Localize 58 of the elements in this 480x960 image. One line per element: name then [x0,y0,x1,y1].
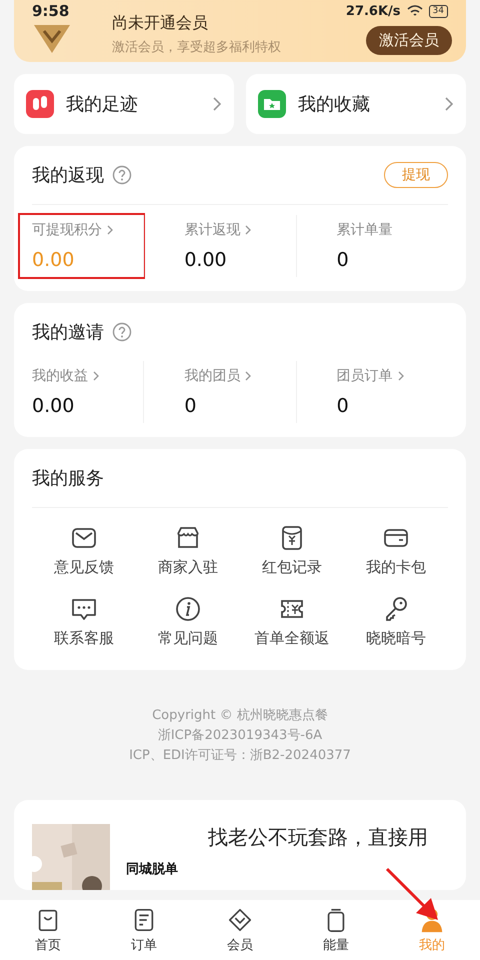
chevron-icon [245,371,252,381]
info-icon [174,595,202,623]
stat-value: 0 [336,395,350,417]
help-icon[interactable] [112,322,132,342]
ad-card[interactable]: 同城脱单 找老公不玩套路，直接用 [14,800,466,890]
ad-tag: 同城脱单 [126,860,178,890]
tab-item[interactable]: 会员 [192,900,288,960]
chevron-icon [107,225,113,235]
chevron-icon [212,96,222,112]
stat-value: 0.00 [32,249,76,271]
tab-item[interactable]: 首页 [0,900,96,960]
tab-item[interactable]: 订单 [96,900,192,960]
footprint-icon [26,90,54,118]
service-item[interactable]: 我的卡包 [344,524,448,577]
quick-link-label: 我的足迹 [66,93,138,116]
chevron-icon [245,225,252,235]
stat-label[interactable]: 我的团员 [184,367,240,385]
section-title: 我的服务 [32,467,104,490]
battery-level: 34 [428,4,448,18]
copyright-line: ICP、EDI许可证号：浙B2-20240377 [129,747,351,764]
stat-label[interactable]: 团员订单 [336,367,393,385]
service-item[interactable]: 首单全额返 [240,595,344,648]
chevron-icon [398,371,404,381]
copyright-line: 浙ICP备2023019343号-6A [158,727,322,744]
service-item[interactable]: 商家入驻 [136,524,240,577]
service-item[interactable]: 常见问题 [136,595,240,648]
copyright-line: Copyright © 杭州晓晓惠点餐 [152,707,328,724]
service-item[interactable]: 红包记录 [240,524,344,577]
chevron-icon [444,96,454,112]
stat-value: 0 [336,249,350,271]
status-time: 9:58 [32,2,70,20]
stat-label[interactable]: 累计返现 [184,221,240,239]
tab-item[interactable]: 能量 [288,900,384,960]
stat-value: 0 [184,395,198,417]
stat-label[interactable]: 我的收益 [32,367,88,385]
service-item[interactable]: 联系客服 [32,595,136,648]
service-item[interactable]: 意见反馈 [32,524,136,577]
ad-headline: 找老公不玩套路，直接用 [208,824,428,850]
quick-link-card[interactable]: 我的收藏 [246,74,466,134]
pointer-arrow [384,866,440,922]
stat-label[interactable]: 累计单量 [336,221,393,239]
wifi-icon [406,5,423,17]
chevron-icon [93,371,99,381]
stat-value: 0.00 [32,395,76,417]
stat-value: 0.00 [184,249,228,271]
member-subtitle: 激活会员，享受超多福利特权 [112,38,281,56]
diamond-icon [227,906,253,932]
folder-icon [258,90,286,118]
help-icon[interactable] [112,165,132,185]
section-title: 我的返现 [32,164,104,187]
quick-link-card[interactable]: 我的足迹 [14,74,234,134]
activate-member-button[interactable]: 激活会员 [366,26,452,54]
quick-link-label: 我的收藏 [298,93,370,116]
service-item[interactable]: 晓晓暗号 [344,595,448,648]
section-title: 我的邀请 [32,321,104,344]
member-status-title: 尚未开通会员 [112,12,209,34]
stat-label[interactable]: 可提现积分 [32,221,102,239]
network-speed: 27.6K/s [346,4,401,18]
